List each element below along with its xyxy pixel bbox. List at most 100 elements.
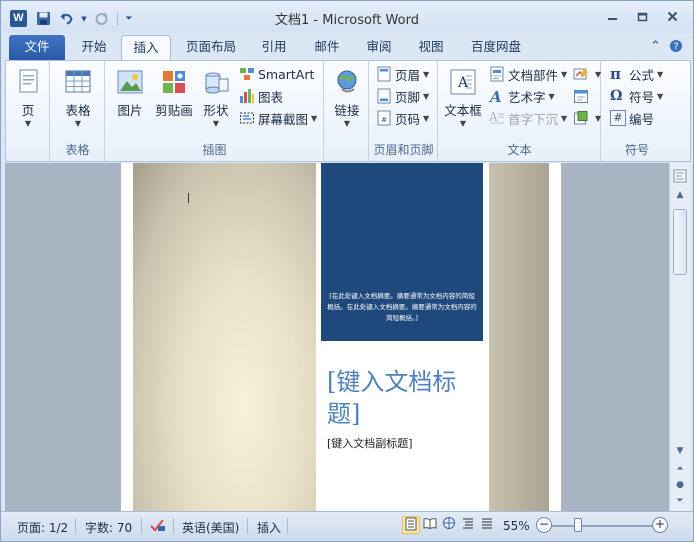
header-button[interactable]: 页眉 ▼ [376, 64, 429, 84]
full-screen-reading-view-icon[interactable] [421, 516, 439, 534]
page-number-icon: # [377, 110, 391, 126]
equation-label: 公式 [629, 67, 655, 83]
tab-view[interactable]: 视图 [408, 35, 454, 60]
web-layout-view-icon[interactable] [440, 516, 458, 534]
tab-baidu-netdisk[interactable]: 百度网盘 [462, 35, 530, 60]
screenshot-dropdown-icon: ▼ [311, 113, 318, 123]
object-button[interactable]: ▼ [573, 108, 601, 128]
number-label: 编号 [629, 111, 655, 127]
outline-view-icon[interactable] [459, 516, 477, 534]
screenshot-button[interactable]: 屏幕截图 ▼ [239, 108, 317, 128]
tab-review[interactable]: 审阅 [356, 35, 402, 60]
equation-button[interactable]: π 公式 ▼ [610, 64, 663, 84]
symbol-button[interactable]: Ω 符号 ▼ [610, 86, 663, 106]
drop-cap-button[interactable]: A 首字下沉 ▼ [489, 108, 567, 128]
document-title[interactable]: [键入文档标题] [327, 366, 487, 430]
svg-text:?: ? [673, 42, 678, 53]
signature-line-button[interactable]: ▼ [573, 64, 601, 84]
shapes-dropdown-icon: ▼ [212, 119, 220, 128]
restore-icon[interactable] [627, 5, 657, 27]
quick-parts-button[interactable]: 文档部件 ▼ [489, 64, 567, 84]
table-icon [63, 67, 93, 97]
shapes-label: 形状 [203, 103, 229, 118]
scroll-thumb[interactable] [673, 209, 687, 275]
shapes-button[interactable]: 形状 ▼ [194, 65, 238, 128]
wordart-icon: A [489, 88, 502, 104]
tab-mailings[interactable]: 邮件 [304, 35, 350, 60]
smartart-button[interactable]: SmartArt [239, 64, 314, 84]
proofing-icon[interactable] [149, 517, 167, 536]
tab-insert[interactable]: 插入 [121, 35, 171, 60]
word-count[interactable]: 字数: 70 [85, 519, 132, 536]
drop-cap-icon: A [489, 110, 504, 124]
document-page[interactable]: [在此处键入文档摘要。摘要通常为文档内容的简短概括。在此处键入文档摘要。摘要通常… [121, 163, 561, 511]
number-button[interactable]: # 编号 [610, 108, 654, 128]
footer-button[interactable]: 页脚 ▼ [376, 86, 429, 106]
browse-object-icon[interactable]: ● [672, 477, 688, 493]
status-separator [287, 518, 288, 534]
pi-icon: π [610, 65, 621, 83]
print-layout-view-icon[interactable] [402, 516, 420, 534]
screenshot-icon [240, 112, 254, 124]
close-icon[interactable] [657, 5, 687, 27]
equation-dropdown-icon: ▼ [657, 69, 664, 79]
next-page-icon[interactable]: ⏷ [672, 493, 688, 509]
minimize-icon[interactable] [597, 5, 627, 27]
omega-icon: Ω [610, 88, 623, 104]
table-button[interactable]: 表格 ▼ [56, 65, 100, 128]
symbol-label: 符号 [629, 89, 655, 105]
draft-view-icon[interactable] [478, 516, 496, 534]
chart-button[interactable]: 图表 [239, 86, 283, 106]
ribbon-insert: 页 ▼ 表格 ▼ 表格 图片 剪贴画 形状 ▼ SmartArt 图表 屏幕截图… [5, 60, 691, 162]
tab-file[interactable]: 文件 [9, 35, 65, 60]
language-indicator[interactable]: 英语(美国) [182, 519, 239, 536]
clipart-button[interactable]: 剪贴画 [152, 65, 196, 119]
screenshot-label: 屏幕截图 [258, 111, 309, 127]
collapse-ribbon-icon[interactable]: ⌃ [650, 39, 661, 57]
page-icon [13, 67, 43, 97]
page-number-button[interactable]: # 页码 ▼ [376, 108, 429, 128]
wordart-button[interactable]: A 艺术字 ▼ [489, 86, 555, 106]
window-controls [597, 5, 687, 27]
quick-parts-icon [490, 66, 504, 82]
quick-parts-dropdown-icon: ▼ [561, 69, 568, 79]
number-sign-icon: # [610, 110, 626, 126]
insert-mode[interactable]: 插入 [257, 519, 281, 536]
textbox-label: 文本框 [444, 103, 482, 118]
document-area[interactable]: [在此处键入文档摘要。摘要通常为文档内容的简短概括。在此处键入文档摘要。摘要通常… [5, 163, 669, 511]
group-links: 链接 ▼ [325, 61, 369, 161]
word-window: W ▼ ⏷ 文档1 - Microsoft Word 文件 开始 插入 页面布局… [0, 0, 694, 542]
smartart-label: SmartArt [258, 66, 315, 82]
textbox-button[interactable]: A 文本框 ▼ [439, 65, 487, 128]
tab-page-layout[interactable]: 页面布局 [177, 35, 245, 60]
zoom-slider-track[interactable] [552, 525, 654, 527]
links-button[interactable]: 链接 ▼ [325, 65, 369, 128]
help-icon[interactable]: ? [669, 39, 683, 57]
page-count[interactable]: 页面: 1/2 [17, 519, 68, 536]
document-subtitle[interactable]: [键入文档副标题] [327, 435, 487, 451]
scroll-down-icon[interactable]: ▼ [672, 443, 688, 459]
previous-page-icon[interactable]: ⏶ [672, 461, 688, 477]
tab-references[interactable]: 引用 [251, 35, 297, 60]
zoom-level[interactable]: 55% [503, 519, 530, 533]
zoom-slider-thumb[interactable] [574, 518, 582, 532]
tab-home[interactable]: 开始 [71, 35, 117, 60]
document-abstract[interactable]: [在此处键入文档摘要。摘要通常为文档内容的简短概括。在此处键入文档摘要。摘要通常… [326, 291, 478, 324]
links-dropdown-icon: ▼ [343, 119, 351, 128]
picture-button[interactable]: 图片 [108, 65, 152, 119]
status-separator [75, 518, 76, 534]
ruler-toggle-icon[interactable] [672, 169, 688, 185]
scroll-up-icon[interactable]: ▲ [672, 187, 688, 203]
drop-cap-dropdown-icon: ▼ [561, 113, 568, 123]
tab-row-controls: ⌃ ? [650, 39, 683, 57]
group-label-illustrations: 插图 [202, 143, 227, 157]
zoom-in-icon[interactable]: + [652, 517, 668, 533]
zoom-out-icon[interactable]: − [536, 517, 552, 533]
group-illustrations: 图片 剪贴画 形状 ▼ SmartArt 图表 屏幕截图 ▼ 插图 [106, 61, 324, 161]
date-time-button[interactable] [573, 86, 592, 106]
wordart-label: 艺术字 [508, 89, 546, 105]
pages-button[interactable]: 页 ▼ [6, 65, 50, 128]
vertical-scrollbar[interactable]: ▲ ▼ ⏶ ● ⏷ [669, 163, 690, 511]
pages-dropdown-icon: ▼ [24, 119, 32, 128]
drop-cap-label: 首字下沉 [508, 111, 559, 127]
